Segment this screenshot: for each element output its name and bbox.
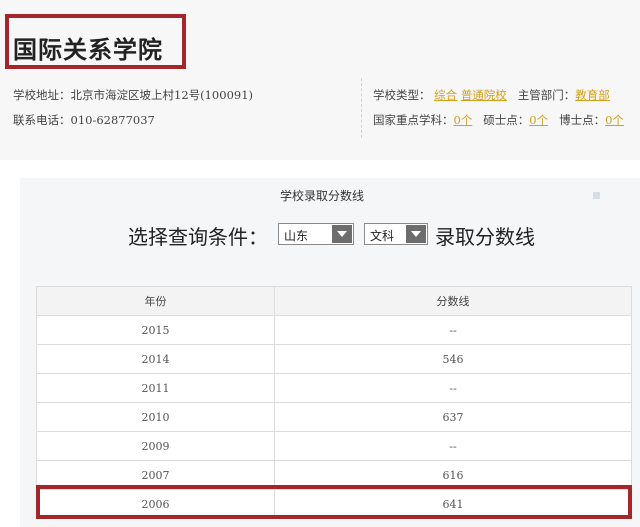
year-cell: 2014 [36, 344, 275, 374]
category-select[interactable]: 文科 [364, 223, 428, 245]
dept-link[interactable]: 教育部 [575, 88, 610, 102]
dept-label: 主管部门： [517, 88, 576, 102]
score-cell: -- [274, 373, 632, 403]
panel-corner-icon [593, 192, 600, 199]
key-discipline-label: 国家重点学科： [373, 113, 454, 127]
row-2006-highlight [36, 485, 632, 519]
year-header: 年份 [36, 286, 275, 316]
school-type: 学校类型： 综合 普通院校 主管部门：教育部 [373, 87, 610, 103]
info-divider [361, 78, 362, 138]
table-row: 2011 -- [36, 373, 632, 403]
province-value: 山东 [284, 229, 309, 243]
type-link-regular[interactable]: 普通院校 [461, 88, 507, 102]
doctor-label: 博士点： [559, 113, 606, 127]
year-cell: 2015 [36, 315, 275, 345]
chevron-down-icon [406, 225, 426, 243]
score-cell: 546 [274, 344, 632, 374]
type-link-comprehensive[interactable]: 综合 [434, 88, 457, 102]
year-cell: 2011 [36, 373, 275, 403]
year-cell: 2010 [36, 402, 275, 432]
master-link[interactable]: 0个 [529, 113, 548, 127]
chevron-down-icon [332, 225, 352, 243]
school-name: 国际关系学院 [13, 36, 163, 64]
section-gap [0, 160, 640, 178]
score-header: 分数线 [274, 286, 632, 316]
school-address: 学校地址：北京市海淀区坡上村12号(100091) [13, 87, 253, 103]
table-row: 2009 -- [36, 431, 632, 461]
score-cell: -- [274, 315, 632, 345]
table-row: 2010 637 [36, 402, 632, 432]
phone-label: 联系电话： [13, 113, 71, 127]
phone-value: 010-62877037 [70, 113, 155, 127]
key-discipline-link[interactable]: 0个 [454, 113, 473, 127]
query-tail: 录取分数线 [435, 225, 535, 249]
category-value: 文科 [370, 229, 395, 243]
table-row: 2014 546 [36, 344, 632, 374]
year-cell: 2009 [36, 431, 275, 461]
type-label: 学校类型： [373, 88, 431, 102]
master-label: 硕士点： [483, 113, 530, 127]
table-row: 2015 -- [36, 315, 632, 345]
doctor-link[interactable]: 0个 [605, 113, 624, 127]
table-header-row: 年份 分数线 [36, 286, 632, 316]
query-label: 选择查询条件： [128, 225, 268, 249]
address-value: 北京市海淀区坡上村12号(100091) [70, 88, 254, 102]
panel-title: 学校录取分数线 [280, 189, 365, 203]
province-select[interactable]: 山东 [278, 223, 354, 245]
school-phone: 联系电话：010-62877037 [13, 112, 155, 128]
score-cell: 637 [274, 402, 632, 432]
address-label: 学校地址： [13, 88, 71, 102]
score-cell: -- [274, 431, 632, 461]
school-programs: 国家重点学科：0个 硕士点：0个 博士点：0个 [373, 112, 624, 128]
